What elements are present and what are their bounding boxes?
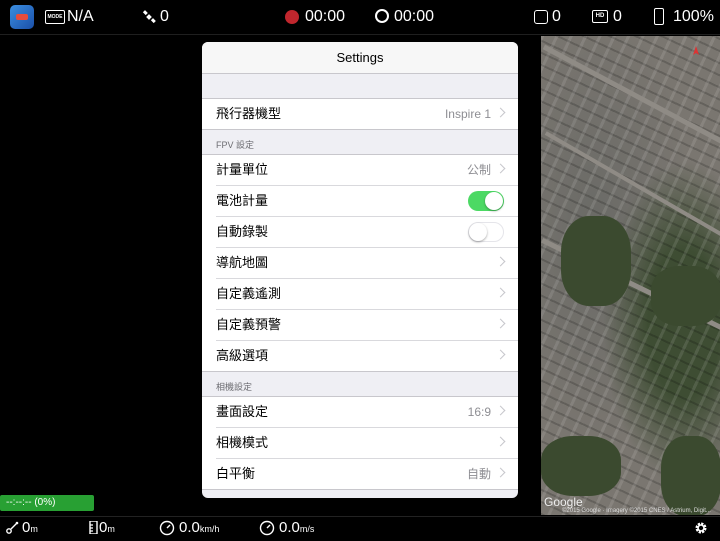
fpv-settings-group: 計量單位 公制 電池計量 自動錄製 導航地圖 自定義遙測 自定義預警 高級選項 (202, 154, 518, 372)
flight-mode-icon: MODE (45, 10, 65, 24)
google-logo: Google (544, 495, 583, 509)
fpv-section-header: FPV 設定 (216, 140, 255, 150)
vertical-speed-unit: m/s (299, 524, 315, 534)
custom-warnings-row[interactable]: 自定義預警 (216, 310, 518, 341)
advanced-options-row[interactable]: 高級選項 (216, 341, 518, 371)
chevron-right-icon (495, 287, 506, 298)
row-label: 導航地圖 (216, 255, 269, 270)
chevron-right-icon (495, 256, 506, 267)
gear-icon[interactable] (693, 520, 709, 536)
units-row[interactable]: 計量單位 公制 (216, 155, 518, 186)
row-label: 白平衡 (216, 466, 256, 481)
chevron-right-icon (495, 318, 506, 329)
row-label: 電池計量 (216, 193, 269, 208)
map-attribution: ©2015 Google · Imagery ©2015 CNES / Astr… (562, 508, 711, 514)
white-balance-row[interactable]: 白平衡 自動 (216, 459, 518, 489)
aircraft-group: 飛行器機型 Inspire 1 (202, 98, 518, 130)
chevron-right-icon (495, 107, 506, 118)
horizontal-speed-icon (159, 520, 175, 536)
row-label: 畫面設定 (216, 404, 269, 419)
battery-meter-row: 電池計量 (216, 186, 518, 217)
rc-signal-value: 0 (552, 8, 561, 25)
camera-section-header: 相機設定 (216, 382, 253, 392)
row-value: Inspire 1 (444, 107, 491, 121)
top-status-bar (0, 0, 720, 35)
auto-record-toggle[interactable] (468, 222, 504, 242)
frame-setting-row[interactable]: 畫面設定 16:9 (216, 397, 518, 428)
row-label: 自定義遙測 (216, 286, 282, 301)
battery-meter-toggle[interactable] (468, 191, 504, 211)
battery-time-bar: --:--:-- (0%) (0, 495, 94, 511)
chevron-right-icon (495, 163, 506, 174)
aircraft-model-row[interactable]: 飛行器機型 Inspire 1 (216, 99, 518, 129)
vertical-speed-value: 0.0 (279, 519, 300, 536)
chevron-right-icon (495, 405, 506, 416)
row-label: 飛行器機型 (216, 106, 282, 121)
camera-settings-group: 畫面設定 16:9 相機模式 白平衡 自動 (202, 396, 518, 490)
timer-icon (375, 9, 389, 23)
chevron-right-icon (495, 467, 506, 478)
flight-mode-value: N/A (67, 8, 94, 25)
auto-record-row: 自動錄製 (216, 217, 518, 248)
record-icon[interactable] (285, 10, 299, 24)
row-label: 相機模式 (216, 435, 269, 450)
compass-icon (693, 46, 699, 55)
navigation-map-row[interactable]: 導航地圖 (216, 248, 518, 279)
battery-icon (654, 8, 664, 25)
distance-unit: m (30, 524, 38, 534)
vertical-speed-icon (259, 520, 275, 536)
recording-time: 00:00 (305, 8, 346, 25)
satellite-icon (142, 10, 156, 24)
app-home-icon[interactable] (10, 5, 34, 29)
row-value: 自動 (466, 467, 491, 481)
hd-signal-icon: HD (592, 10, 608, 23)
settings-title: Settings (202, 42, 518, 74)
map-view[interactable] (541, 36, 720, 515)
distance-icon (6, 521, 19, 534)
custom-telemetry-row[interactable]: 自定義遙測 (216, 279, 518, 310)
row-label: 自定義預警 (216, 317, 282, 332)
chevron-right-icon (495, 349, 506, 360)
row-label: 計量單位 (216, 162, 269, 177)
hd-signal-value: 0 (613, 8, 622, 25)
horizontal-speed-unit: km/h (199, 524, 220, 534)
row-label: 自動錄製 (216, 224, 269, 239)
altitude-unit: m (107, 524, 115, 534)
row-label: 高級選項 (216, 348, 269, 363)
satellite-count: 0 (160, 8, 169, 25)
row-value: 公制 (466, 163, 491, 177)
battery-percentage: 100% (673, 8, 714, 25)
chevron-right-icon (495, 436, 506, 447)
horizontal-speed-value: 0.0 (179, 519, 200, 536)
settings-panel: Settings 飛行器機型 Inspire 1 FPV 設定 計量單位 公制 … (202, 42, 518, 498)
row-value: 16:9 (467, 405, 491, 419)
remote-controller-icon (534, 10, 548, 24)
flight-time: 00:00 (394, 8, 435, 25)
camera-mode-row[interactable]: 相機模式 (216, 428, 518, 459)
